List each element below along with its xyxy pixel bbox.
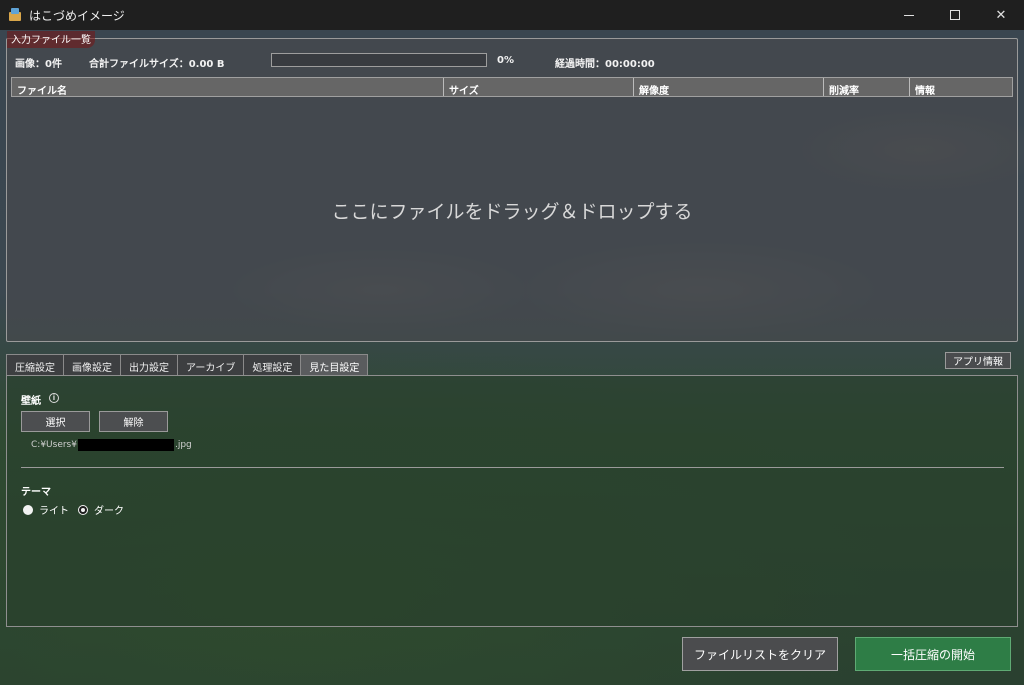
column-reduction[interactable]: 削減率 (824, 78, 910, 97)
wallpaper-label: 壁紙 (21, 396, 41, 407)
radio-light[interactable] (23, 504, 33, 515)
info-icon[interactable]: i (49, 393, 59, 403)
remove-wallpaper-button[interactable]: 解除 (99, 411, 168, 432)
column-filename[interactable]: ファイル名 (12, 78, 444, 97)
theme-light-label: ライト (39, 506, 69, 517)
elapsed-time: 経過時間：00:00:00 (555, 59, 655, 70)
maximize-button[interactable] (932, 0, 978, 30)
column-info[interactable]: 情報 (910, 78, 1012, 97)
progress-bar (271, 53, 487, 67)
column-resolution[interactable]: 解像度 (634, 78, 824, 97)
minimize-button[interactable] (886, 0, 932, 30)
progress-percent: 0% (497, 55, 514, 66)
file-table-header: ファイル名 サイズ 解像度 削減率 情報 (11, 77, 1013, 97)
wallpaper-path: C:¥Users¥ .jpg (31, 439, 192, 451)
start-compression-button[interactable]: 一括圧縮の開始 (855, 637, 1011, 671)
window-title: はこづめイメージ (29, 8, 125, 23)
settings-tabs: 圧縮設定 画像設定 出力設定 アーカイブ 処理設定 見た目設定 (6, 354, 369, 375)
close-icon: ✕ (995, 7, 1007, 23)
drop-hint: ここにファイルをドラッグ＆ドロップする (331, 201, 693, 223)
file-list-group[interactable]: 入力ファイル一覧 画像：0件 合計ファイルサイズ：0.00 B 0% 経過時間：… (6, 31, 1018, 342)
tab-archive[interactable]: アーカイブ (177, 354, 245, 375)
file-list-legend: 入力ファイル一覧 (7, 31, 95, 48)
tab-processing[interactable]: 処理設定 (243, 354, 302, 375)
title-bar: はこづめイメージ ✕ (0, 0, 1024, 30)
stats-row: 画像：0件 合計ファイルサイズ：0.00 B 0% 経過時間：00:00:00 (7, 53, 1017, 71)
total-size: 合計ファイルサイズ：0.00 B (89, 59, 225, 70)
app-icon (8, 8, 22, 22)
theme-dark-option[interactable]: ダーク (78, 502, 124, 517)
redacted-path (77, 439, 174, 451)
path-suffix: .jpg (174, 440, 192, 450)
column-size[interactable]: サイズ (444, 78, 634, 97)
select-wallpaper-button[interactable]: 選択 (21, 411, 90, 432)
window-controls: ✕ (886, 0, 1024, 30)
appearance-panel: 壁紙 i 選択 解除 C:¥Users¥ .jpg テーマ ライト ダーク (6, 375, 1018, 627)
tab-appearance[interactable]: 見た目設定 (300, 354, 369, 375)
tab-compression[interactable]: 圧縮設定 (6, 354, 64, 375)
clear-file-list-button[interactable]: ファイルリストをクリア (682, 637, 838, 671)
image-count: 画像：0件 (15, 59, 62, 70)
maximize-icon (950, 10, 960, 20)
theme-label: テーマ (21, 487, 51, 498)
theme-light-option[interactable]: ライト (23, 502, 69, 517)
path-prefix: C:¥Users¥ (31, 440, 77, 450)
divider (21, 467, 1004, 468)
minimize-icon (904, 14, 914, 16)
app-info-button[interactable]: アプリ情報 (945, 352, 1011, 369)
theme-dark-label: ダーク (94, 506, 124, 517)
close-button[interactable]: ✕ (978, 0, 1024, 30)
tab-image[interactable]: 画像設定 (63, 354, 121, 375)
tab-output[interactable]: 出力設定 (120, 354, 178, 375)
radio-dark[interactable] (78, 504, 88, 515)
